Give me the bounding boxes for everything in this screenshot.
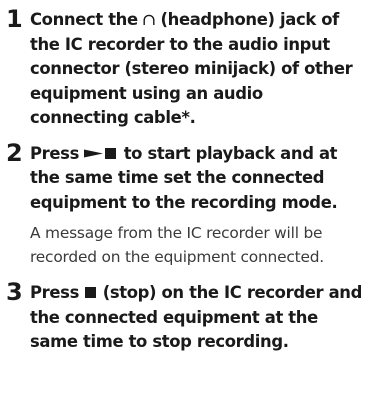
step-title: Connect the (headphone) jack of the IC r… [30, 8, 364, 131]
headphone-icon [143, 8, 155, 33]
step-1: 1 Connect the (headphone) jack of the IC… [6, 5, 364, 131]
step-body: Connect the (headphone) jack of the IC r… [30, 8, 364, 131]
step-body: Press to start playback and at the same … [30, 142, 364, 270]
step-title-text: Press [30, 143, 85, 163]
play-stop-icon [84, 142, 118, 167]
stop-icon [85, 287, 97, 298]
step-note: A message from the IC recorder will be r… [30, 224, 324, 266]
step-title: Press to start playback and at the same … [30, 142, 364, 216]
step-body: Press (stop) on the IC recorder and the … [30, 281, 364, 355]
step-number: 3 [6, 278, 23, 306]
step-3: 3 Press (stop) on the IC recorder and th… [6, 278, 364, 355]
step-number: 1 [6, 5, 23, 33]
step-number: 2 [6, 138, 23, 167]
instruction-page: 1 Connect the (headphone) jack of the IC… [0, 0, 370, 418]
step-title-text: Press [30, 283, 85, 302]
step-title: Press (stop) on the IC recorder and the … [30, 281, 364, 355]
step-2: 2 Press to start playback and at the sam… [6, 138, 364, 270]
step-title-text: Connect the [30, 10, 144, 29]
